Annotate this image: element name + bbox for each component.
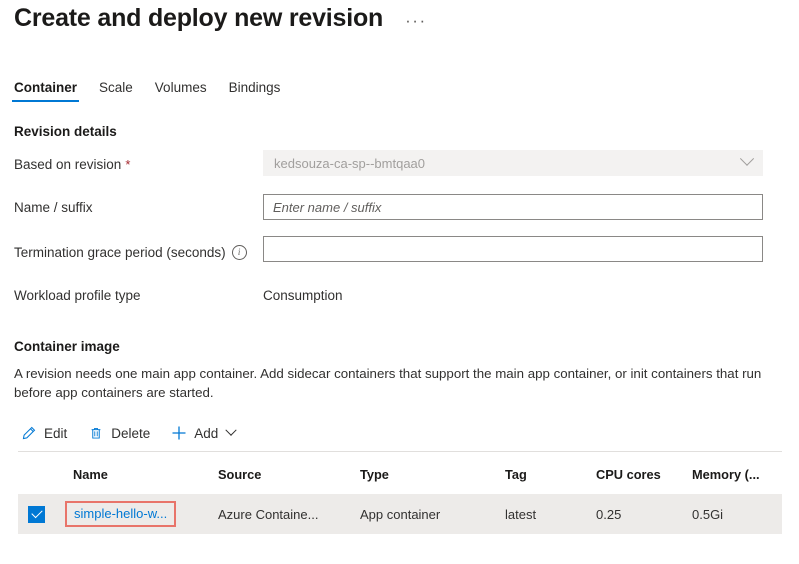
tab-container[interactable]: Container [3, 80, 88, 102]
cell-cpu-cores: 0.25 [596, 506, 622, 522]
table-row[interactable]: simple-hello-w... Azure Containe... App … [18, 494, 782, 534]
workload-profile-type-value: Consumption [263, 288, 343, 303]
container-image-heading: Container image [14, 339, 120, 354]
column-header-name[interactable]: Name [73, 455, 108, 494]
tab-bar: Container Scale Volumes Bindings [0, 74, 291, 102]
tab-scale[interactable]: Scale [88, 80, 144, 102]
edit-button-label: Edit [44, 425, 68, 441]
checkmark-icon [30, 506, 43, 519]
cell-tag: latest [505, 506, 537, 522]
termination-grace-period-label-text: Termination grace period (seconds) [14, 245, 226, 260]
more-options-icon[interactable]: ··· [405, 12, 426, 29]
required-marker: * [125, 157, 131, 172]
info-icon[interactable]: i [231, 245, 247, 260]
pencil-icon [20, 425, 37, 442]
revision-details-heading: Revision details [14, 124, 117, 139]
column-header-cpu-cores[interactable]: CPU cores [596, 455, 661, 494]
table-header-row: Name Source Type Tag CPU cores Memory (.… [18, 455, 782, 494]
name-suffix-label: Name / suffix [14, 200, 93, 215]
name-suffix-input[interactable]: Enter name / suffix [263, 194, 763, 220]
column-header-tag[interactable]: Tag [505, 455, 527, 494]
container-name-link[interactable]: simple-hello-w... [74, 506, 167, 521]
workload-profile-type-label: Workload profile type [14, 288, 141, 303]
row-select-checkbox[interactable] [28, 505, 45, 523]
tab-bindings[interactable]: Bindings [218, 80, 292, 102]
cell-type: App container [360, 506, 441, 522]
page-header: Create and deploy new revision ··· [14, 4, 427, 33]
page-title: Create and deploy new revision [14, 4, 384, 32]
container-image-description: A revision needs one main app container.… [14, 366, 762, 400]
edit-button[interactable]: Edit [20, 425, 67, 442]
based-on-revision-label: Based on revision * [14, 157, 130, 172]
column-header-source[interactable]: Source [218, 455, 261, 494]
name-suffix-placeholder: Enter name / suffix [273, 199, 382, 215]
command-bar-divider [18, 451, 782, 452]
cell-source: Azure Containe... [218, 506, 319, 522]
container-table: Name Source Type Tag CPU cores Memory (.… [18, 455, 782, 534]
column-header-memory[interactable]: Memory (... [692, 455, 760, 494]
trash-icon [87, 425, 104, 442]
tab-volumes[interactable]: Volumes [144, 80, 218, 102]
add-button-label: Add [194, 425, 219, 441]
termination-grace-period-label: Termination grace period (seconds) i [14, 245, 247, 260]
name-annotation-box: simple-hello-w... [65, 501, 177, 527]
container-command-bar: Edit Delete Add [20, 418, 255, 448]
termination-grace-period-input[interactable] [263, 236, 763, 262]
chevron-down-icon[interactable] [225, 424, 237, 436]
delete-button[interactable]: Delete [87, 425, 150, 442]
based-on-revision-label-text: Based on revision [14, 157, 122, 172]
chevron-down-icon [739, 151, 755, 166]
cell-name: simple-hello-w... [65, 494, 177, 534]
delete-button-label: Delete [111, 425, 151, 441]
based-on-revision-value: kedsouza-ca-sp--bmtqaa0 [274, 155, 426, 171]
add-button[interactable]: Add [170, 424, 237, 442]
cell-memory: 0.5Gi [692, 506, 724, 522]
based-on-revision-dropdown[interactable]: kedsouza-ca-sp--bmtqaa0 [263, 150, 763, 176]
plus-icon [170, 425, 187, 442]
column-header-type[interactable]: Type [360, 455, 389, 494]
row-select-checkbox-cell [18, 494, 68, 534]
